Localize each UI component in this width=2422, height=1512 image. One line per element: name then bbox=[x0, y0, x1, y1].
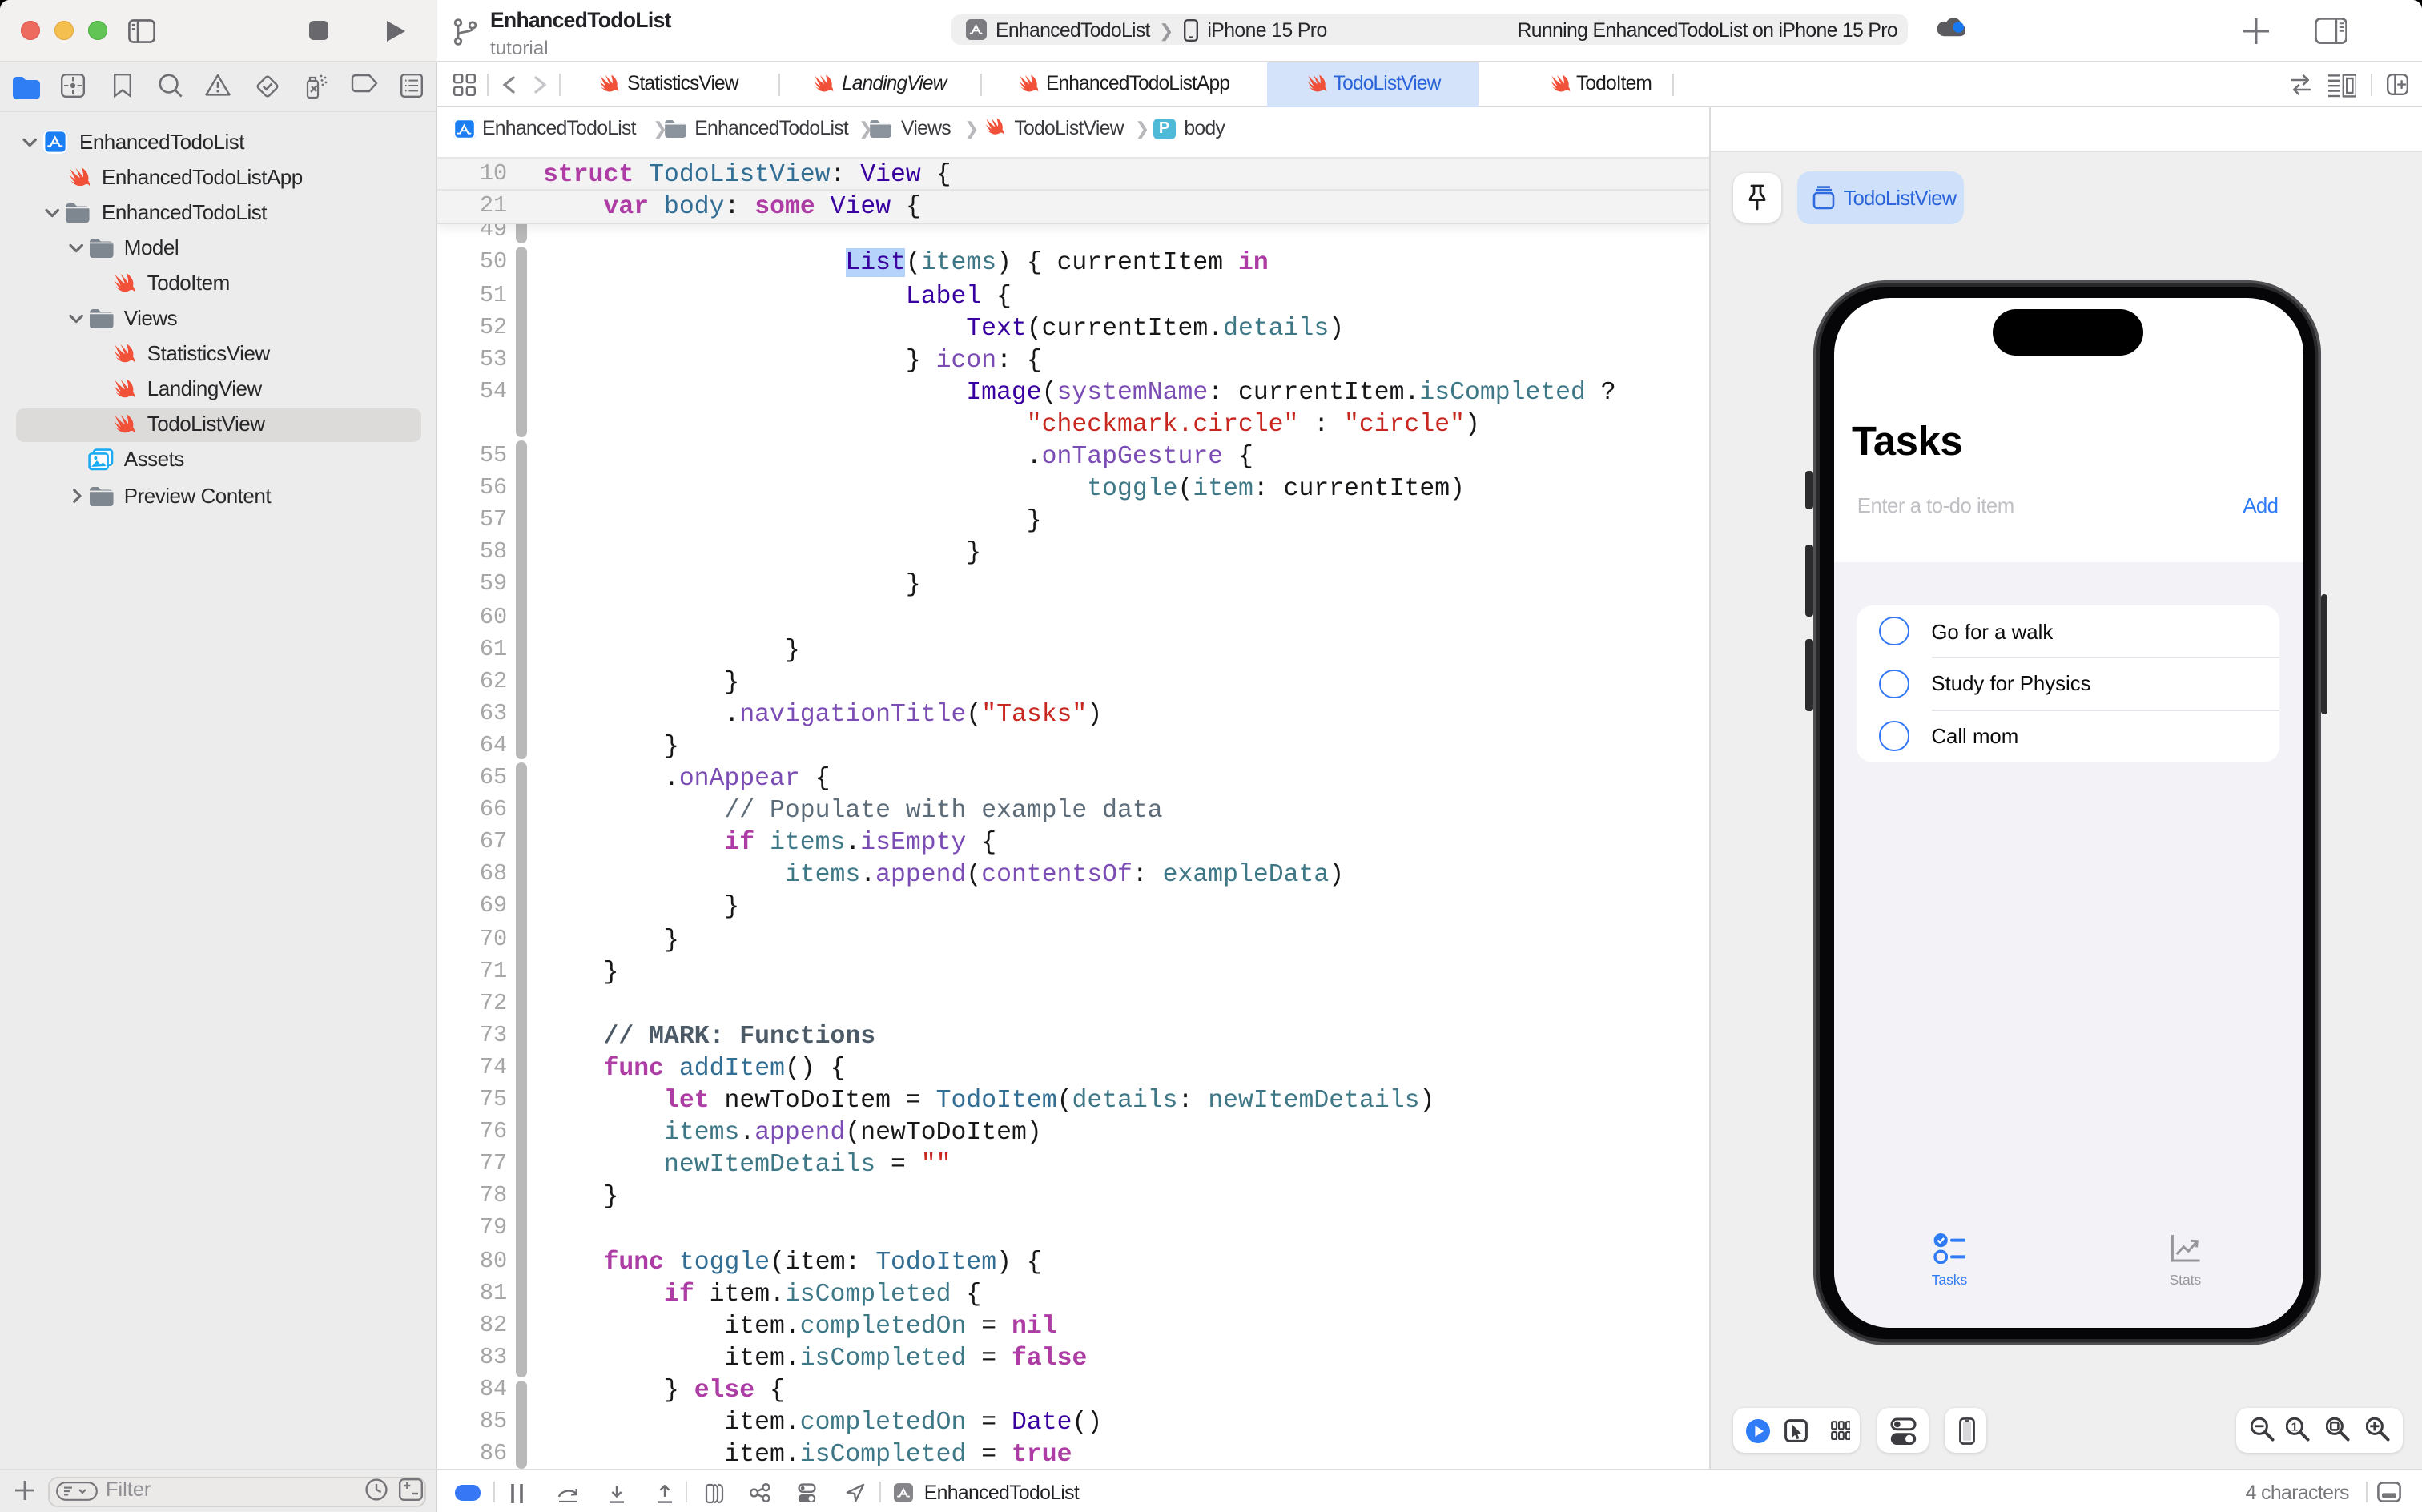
svg-text:1: 1 bbox=[2291, 1420, 2298, 1434]
